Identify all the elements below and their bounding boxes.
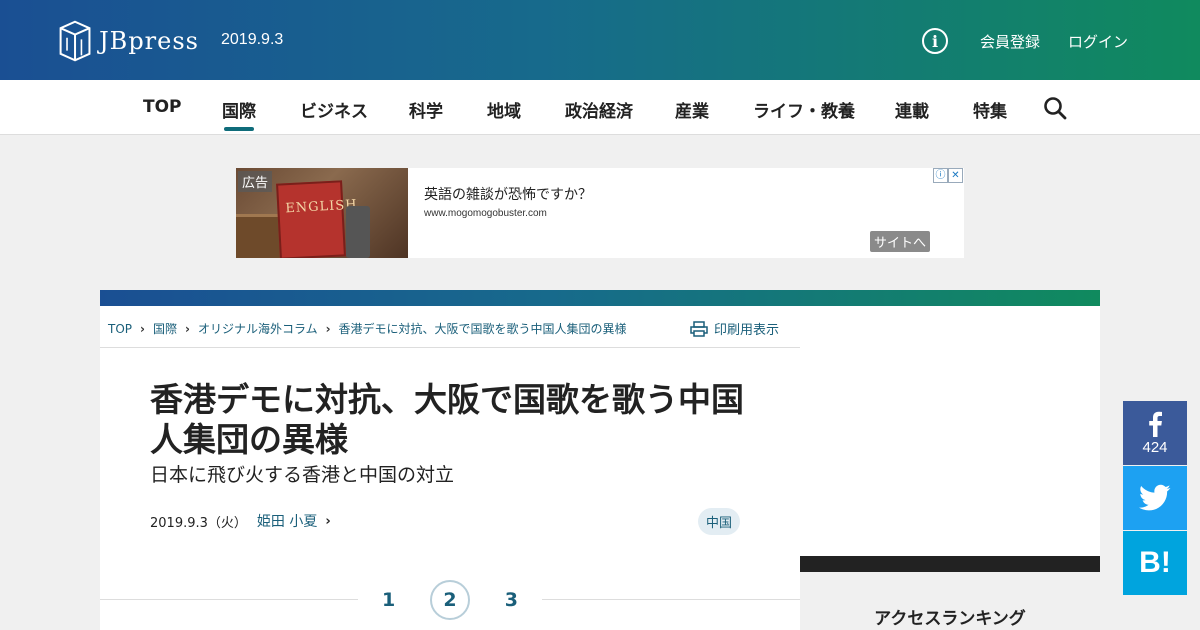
page-pagination: 1 2 3 [358, 580, 542, 620]
breadcrumb-divider [100, 347, 800, 348]
facebook-share-button[interactable]: 424 [1123, 401, 1187, 465]
nav-item-life-culture[interactable]: ライフ・教養 [753, 97, 855, 122]
page-link-3[interactable]: 3 [491, 580, 531, 620]
nav-item-industry[interactable]: 産業 [675, 97, 709, 122]
twitter-share-button[interactable] [1123, 466, 1187, 530]
nav-item-region[interactable]: 地域 [487, 97, 521, 122]
author-link[interactable]: 姫田 小夏 [257, 511, 317, 531]
printer-icon [690, 320, 708, 337]
ad-pencil-cup [346, 206, 370, 258]
breadcrumb: TOP › 国際 › オリジナル海外コラム › 香港デモに対抗、大阪で国歌を歌う… [108, 320, 627, 337]
ad-close-icon[interactable]: ✕ [948, 168, 963, 183]
ad-image[interactable]: ENGLISH 広告 [236, 168, 408, 258]
nav-item-business[interactable]: ビジネス [300, 97, 368, 122]
twitter-icon [1139, 484, 1171, 511]
nav-item-politics-economy[interactable]: 政治経済 [565, 97, 633, 122]
ad-books-decoration [236, 214, 280, 258]
logo-cube-icon [59, 20, 91, 62]
article-main: TOP › 国際 › オリジナル海外コラム › 香港デモに対抗、大阪で国歌を歌う… [100, 306, 800, 630]
breadcrumb-item-current[interactable]: 香港デモに対抗、大阪で国歌を歌う中国人集団の異様 [339, 320, 627, 337]
nav-item-international[interactable]: 国際 [222, 97, 256, 131]
breadcrumb-separator: › [325, 321, 331, 336]
search-icon[interactable] [1043, 96, 1067, 120]
main-nav: TOP 国際 ビジネス 科学 地域 政治経済 産業 ライフ・教養 連載 特集 [0, 80, 1200, 135]
author-arrow-icon: › [325, 513, 331, 529]
article-date: 2019.9.3（火） [150, 515, 247, 531]
article-meta: 2019.9.3（火） 姫田 小夏 › [150, 511, 331, 531]
ad-title[interactable]: 英語の雑談が恐怖ですか？ [424, 184, 592, 204]
ad-label: 広告 [238, 171, 273, 192]
site-header: JBpress 2019.9.3 i 会員登録 ログイン [0, 0, 1200, 80]
content-top-band [100, 290, 1100, 306]
nav-item-science[interactable]: 科学 [409, 97, 443, 122]
register-link[interactable]: 会員登録 [980, 31, 1040, 52]
ranking-header-bar [800, 556, 1100, 572]
breadcrumb-item-top[interactable]: TOP [108, 322, 132, 336]
facebook-share-count: 424 [1142, 438, 1168, 456]
page-link-2[interactable]: 2 [429, 580, 470, 620]
info-icon[interactable]: i [922, 28, 948, 54]
print-button[interactable]: 印刷用表示 [690, 319, 779, 338]
nav-item-features[interactable]: 特集 [973, 97, 1007, 122]
topic-tag[interactable]: 中国 [698, 508, 741, 535]
nav-item-top[interactable]: TOP [143, 97, 182, 117]
ad-info-icon[interactable]: ⓘ [933, 168, 948, 183]
breadcrumb-item-international[interactable]: 国際 [153, 320, 177, 337]
hatena-bookmark-button[interactable]: B! [1123, 531, 1187, 595]
ad-choices[interactable]: ⓘ ✕ [933, 168, 964, 183]
site-logo[interactable]: JBpress [59, 15, 199, 67]
nav-item-series[interactable]: 連載 [895, 97, 929, 122]
breadcrumb-separator: › [184, 321, 190, 336]
login-link[interactable]: ログイン [1068, 31, 1128, 52]
header-date: 2019.9.3 [221, 31, 284, 48]
breadcrumb-item-column[interactable]: オリジナル海外コラム [198, 320, 318, 337]
ad-banner[interactable]: ENGLISH 広告 英語の雑談が恐怖ですか？ www.mogomogobust… [236, 168, 964, 258]
ranking-title: アクセスランキング [874, 609, 1026, 629]
hatena-bookmark-icon: B! [1139, 546, 1171, 579]
logo-text: JBpress [99, 27, 199, 55]
article-subtitle: 日本に飛び火する香港と中国の対立 [150, 464, 455, 486]
facebook-icon [1149, 411, 1162, 437]
ad-url[interactable]: www.mogomogobuster.com [424, 208, 547, 219]
ad-book-image: ENGLISH [276, 180, 358, 258]
breadcrumb-separator: › [140, 321, 145, 336]
article-title: 香港デモに対抗、大阪で国歌を歌う中国人集団の異様 [150, 380, 744, 459]
page-link-1[interactable]: 1 [369, 580, 409, 620]
ranking-box: アクセスランキング [800, 572, 1100, 630]
print-label: 印刷用表示 [714, 323, 780, 338]
ad-visit-button[interactable]: サイトへ [870, 231, 931, 252]
